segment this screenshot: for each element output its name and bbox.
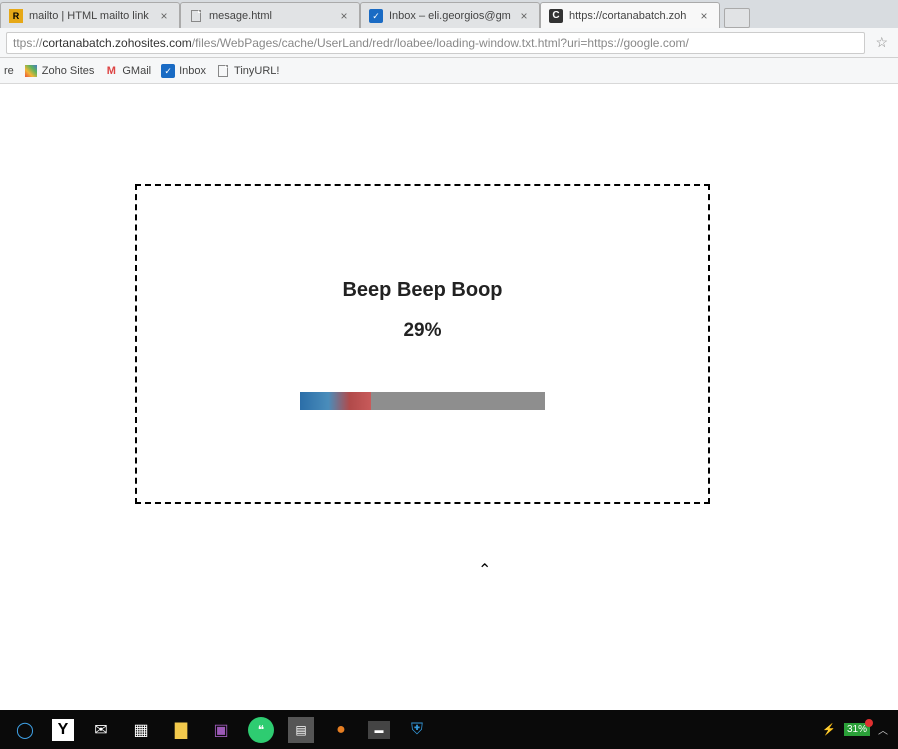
tab-mesage[interactable]: mesage.html × (180, 2, 360, 28)
taskbar: ◯ Y ✉ ▦ ▇ ▣ ❝ ▤ ● ▬ ⛨ ⚡ 31% ︿ (0, 710, 898, 749)
zoho-icon (24, 64, 38, 78)
url-prefix: ttps:// (13, 36, 42, 50)
cursor-icon: ⌃ (478, 560, 491, 580)
tab-mailto[interactable]: R mailto | HTML mailto link × (0, 2, 180, 28)
bookmark-inbox[interactable]: ✓ Inbox (161, 64, 206, 78)
bookmark-gmail[interactable]: M GMail (104, 64, 151, 78)
tab-title: https://cortanabatch.zoh (569, 10, 693, 22)
defender-icon[interactable]: ⛨ (404, 717, 430, 743)
taskbar-icons: ◯ Y ✉ ▦ ▇ ▣ ❝ ▤ ● ▬ ⛨ (4, 717, 430, 743)
hangouts-icon[interactable]: ❝ (248, 717, 274, 743)
tab-cortanabatch[interactable]: C https://cortanabatch.zoh × (540, 2, 720, 28)
bookmark-zoho-sites[interactable]: Zoho Sites (24, 64, 95, 78)
calculator-icon[interactable]: ▤ (288, 717, 314, 743)
url-input[interactable]: ttps://cortanabatch.zohosites.com/files/… (6, 32, 865, 54)
url-host: cortanabatch.zohosites.com (42, 36, 191, 50)
progress-fill (300, 392, 371, 410)
gmail-icon: M (104, 64, 118, 78)
word-icon[interactable]: ● (328, 717, 354, 743)
close-icon[interactable]: × (517, 9, 531, 23)
close-icon[interactable]: × (157, 9, 171, 23)
progress-bar (300, 392, 545, 410)
bookmark-label: Zoho Sites (42, 65, 95, 77)
loading-percent: 29% (403, 320, 441, 342)
calendar-icon[interactable]: ▦ (128, 717, 154, 743)
bookmark-label: TinyURL! (234, 65, 279, 77)
doc-icon (216, 64, 230, 78)
tab-inbox[interactable]: ✓ Inbox – eli.georgios@gm × (360, 2, 540, 28)
battery-indicator[interactable]: 31% (844, 723, 870, 736)
tray-overflow-icon[interactable]: ︿ (878, 722, 888, 737)
battery-percent: 31% (847, 724, 867, 735)
close-icon[interactable]: × (697, 9, 711, 23)
inbox-icon: ✓ (161, 64, 175, 78)
yammer-icon[interactable]: Y (52, 719, 74, 741)
terminal-icon[interactable]: ▬ (368, 721, 390, 739)
tab-title: mailto | HTML mailto link (29, 10, 153, 22)
bookmark-label: GMail (122, 65, 151, 77)
bookmark-label: re (4, 65, 14, 77)
mail-icon[interactable]: ✉ (88, 717, 114, 743)
page-content: Beep Beep Boop 29% ⌃ (0, 84, 898, 710)
close-icon[interactable]: × (337, 9, 351, 23)
favicon-mail-icon: ✓ (369, 9, 383, 23)
new-tab-button[interactable] (724, 8, 750, 28)
battery-alert-icon (865, 719, 873, 727)
address-bar: ttps://cortanabatch.zohosites.com/files/… (0, 28, 898, 58)
bookmark-tinyurl[interactable]: TinyURL! (216, 64, 279, 78)
favicon-r-icon: R (9, 9, 23, 23)
loading-heading: Beep Beep Boop (342, 279, 502, 302)
favicon-c-icon: C (549, 9, 563, 23)
url-path: /files/WebPages/cache/UserLand/redr/loab… (192, 36, 689, 50)
loading-box: Beep Beep Boop 29% (135, 184, 710, 504)
tab-strip: R mailto | HTML mailto link × mesage.htm… (0, 0, 898, 28)
edge-icon[interactable]: ◯ (12, 717, 38, 743)
favicon-doc-icon (189, 9, 203, 23)
bookmark-label: Inbox (179, 65, 206, 77)
charging-icon[interactable]: ⚡ (822, 723, 836, 736)
tab-title: mesage.html (209, 10, 333, 22)
visual-studio-icon[interactable]: ▣ (208, 717, 234, 743)
bookmarks-bar: re Zoho Sites M GMail ✓ Inbox TinyURL! (0, 58, 898, 84)
bookmark-re[interactable]: re (4, 65, 14, 77)
bookmark-star-icon[interactable]: ☆ (871, 34, 892, 51)
system-tray: ⚡ 31% ︿ (822, 722, 894, 737)
tab-title: Inbox – eli.georgios@gm (389, 10, 513, 22)
file-explorer-icon[interactable]: ▇ (168, 717, 194, 743)
